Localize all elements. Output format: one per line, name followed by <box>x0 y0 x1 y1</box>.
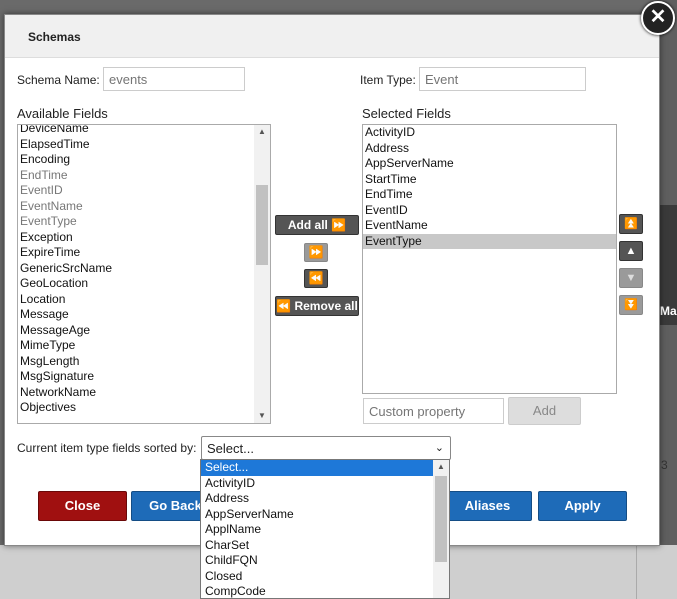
available-field-item[interactable]: Encoding <box>18 152 253 168</box>
available-field-item[interactable]: NetworkName <box>18 385 253 401</box>
sort-dropdown-list[interactable]: Select... ActivityID Address AppServerName A… <box>200 459 450 599</box>
chevron-down-icon: ⌄ <box>434 442 444 454</box>
dialog-titlebar: Schemas <box>5 15 659 58</box>
selected-fields-label: Selected Fields <box>362 106 451 121</box>
dropdown-option[interactable]: AppServerName <box>201 507 433 523</box>
sort-select[interactable]: Select... ⌄ <box>201 436 451 460</box>
background-number: 3 <box>661 458 668 472</box>
sort-label: Current item type fields sorted by: <box>17 441 197 455</box>
remove-all-button[interactable]: ⏪ Remove all <box>275 296 359 316</box>
move-bottom-icon: ⏬ <box>624 299 638 311</box>
move-top-button[interactable]: ⏫ <box>619 214 643 234</box>
dropdown-option[interactable]: CompCode <box>201 584 433 598</box>
selected-field-item[interactable]: StartTime <box>363 172 616 188</box>
close-button[interactable]: Close <box>38 491 127 521</box>
move-up-button[interactable]: ▲ <box>619 241 643 261</box>
scroll-up-icon[interactable]: ▲ <box>433 460 449 474</box>
available-field-item[interactable]: Objectives <box>18 400 253 416</box>
add-one-button[interactable]: ⏩ <box>304 243 328 262</box>
available-fields-label: Available Fields <box>17 106 108 121</box>
available-field-item[interactable]: EventName <box>18 199 253 215</box>
selected-field-item[interactable]: EventType <box>363 233 616 249</box>
move-up-icon: ▲ <box>625 245 637 257</box>
aliases-button[interactable]: Aliases <box>443 491 532 521</box>
available-field-item[interactable]: Location <box>18 292 253 308</box>
available-field-item[interactable]: GeoLocation <box>18 276 253 292</box>
scroll-thumb[interactable] <box>435 476 447 562</box>
available-field-item[interactable]: MsgLength <box>18 354 253 370</box>
available-field-item[interactable]: EventID <box>18 183 253 199</box>
move-down-icon: ▼ <box>625 272 637 284</box>
available-field-item[interactable]: ElapsedTime <box>18 137 253 153</box>
available-field-item[interactable]: Message <box>18 307 253 323</box>
close-icon[interactable]: ✕ <box>641 1 675 35</box>
selected-fields-list[interactable]: ActivityID Address AppServerName StartTime E… <box>362 124 617 394</box>
custom-property-input[interactable] <box>363 398 504 424</box>
dropdown-option[interactable]: Address <box>201 491 433 507</box>
selected-field-item[interactable]: EndTime <box>363 187 616 203</box>
available-field-item[interactable]: MsgSignature <box>18 369 253 385</box>
item-type-label: Item Type: <box>360 73 416 87</box>
selected-field-item[interactable]: ActivityID <box>363 125 616 141</box>
selected-field-item[interactable]: EventName <box>363 218 616 234</box>
background-strip-text: Ma <box>660 304 677 318</box>
dropdown-option[interactable]: ActivityID <box>201 476 433 492</box>
move-top-icon: ⏫ <box>624 218 638 230</box>
background-divider <box>636 545 637 599</box>
available-field-item[interactable]: DeviceName <box>18 125 253 137</box>
dropdown-option[interactable]: ApplName <box>201 522 433 538</box>
available-field-item[interactable]: Exception <box>18 230 253 246</box>
dropdown-option[interactable]: Select... <box>201 460 433 476</box>
available-field-item[interactable]: MessageAge <box>18 323 253 339</box>
scroll-thumb[interactable] <box>256 185 268 265</box>
dialog-title: Schemas <box>28 30 81 44</box>
available-field-item[interactable]: EventType <box>18 214 253 230</box>
dropdown-scrollbar[interactable]: ▲ <box>433 460 449 598</box>
dropdown-option[interactable]: Closed <box>201 569 433 585</box>
dropdown-option[interactable]: ChildFQN <box>201 553 433 569</box>
dropdown-option[interactable]: CharSet <box>201 538 433 554</box>
available-fields-list[interactable]: DeviceName ElapsedTime Encoding EndTime Even… <box>17 124 271 424</box>
available-fields-scrollbar[interactable]: ▲ ▼ <box>254 125 270 423</box>
schema-name-input[interactable] <box>103 67 245 91</box>
available-field-item[interactable]: ExpireTime <box>18 245 253 261</box>
sort-select-value: Select... <box>207 441 254 456</box>
available-field-item[interactable]: GenericSrcName <box>18 261 253 277</box>
selected-field-item[interactable]: EventID <box>363 203 616 219</box>
move-bottom-button[interactable]: ⏬ <box>619 295 643 315</box>
selected-field-item[interactable]: Address <box>363 141 616 157</box>
selected-field-item[interactable]: AppServerName <box>363 156 616 172</box>
remove-one-button[interactable]: ⏪ <box>304 269 328 288</box>
item-type-input[interactable] <box>419 67 586 91</box>
add-custom-property-button[interactable]: Add <box>508 397 581 425</box>
schema-name-label: Schema Name: <box>17 73 100 87</box>
available-field-item[interactable]: EndTime <box>18 168 253 184</box>
scroll-down-icon[interactable]: ▼ <box>254 409 270 423</box>
add-all-button[interactable]: Add all ⏩ <box>275 215 359 235</box>
scroll-up-icon[interactable]: ▲ <box>254 125 270 139</box>
apply-button[interactable]: Apply <box>538 491 627 521</box>
available-field-item[interactable]: MimeType <box>18 338 253 354</box>
move-down-button[interactable]: ▼ <box>619 268 643 288</box>
